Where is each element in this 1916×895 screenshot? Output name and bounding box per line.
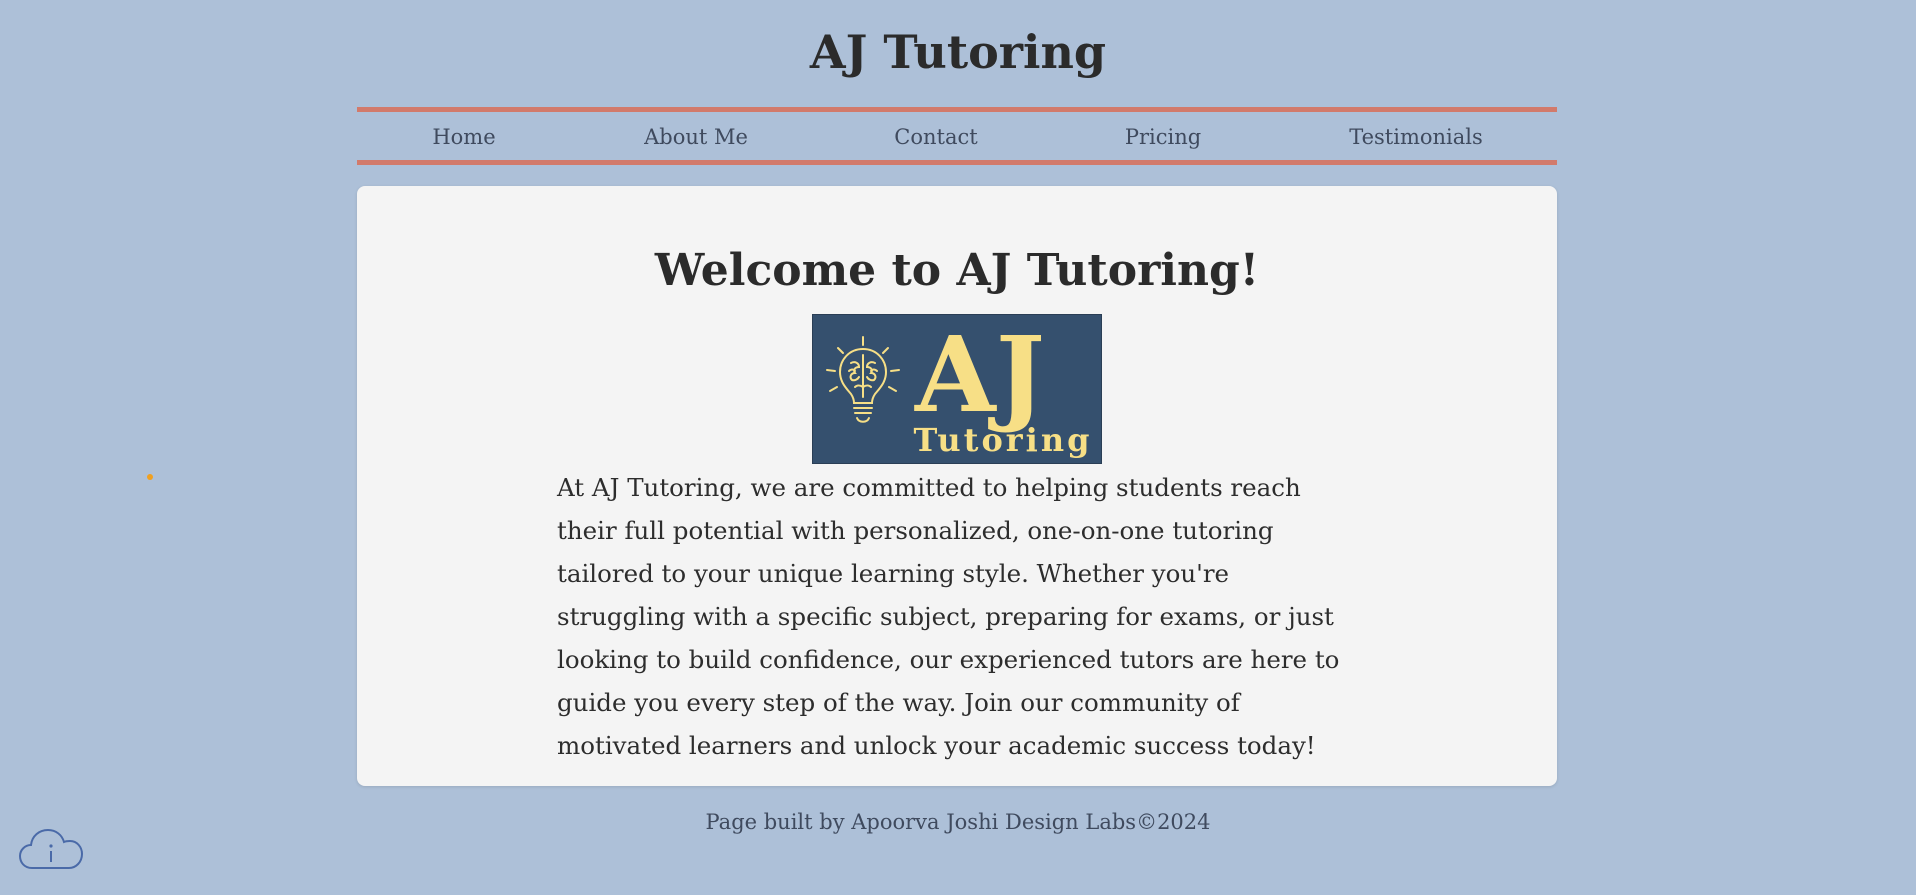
main-nav: Home About Me Contact Pricing Testimonia… (357, 107, 1557, 165)
welcome-heading: Welcome to AJ Tutoring! (654, 245, 1260, 296)
content-card: Welcome to AJ Tutoring! AJ Tutoring At A… (357, 186, 1557, 786)
nav-contact[interactable]: Contact (894, 112, 977, 160)
logo-letters: AJ (914, 315, 1045, 436)
logo-subtitle: Tutoring (914, 421, 1093, 459)
nav-home[interactable]: Home (432, 112, 495, 160)
lightbulb-brain-icon (826, 336, 900, 423)
site-title: AJ Tutoring (809, 25, 1107, 79)
page-footer: Page built by Apoorva Joshi Design Labs©… (705, 810, 1211, 834)
intro-paragraph: At AJ Tutoring, we are committed to help… (557, 473, 1340, 760)
aj-tutoring-logo: AJ Tutoring (812, 314, 1102, 464)
nav-pricing[interactable]: Pricing (1125, 112, 1201, 160)
orange-dot (147, 474, 153, 480)
nav-about-me[interactable]: About Me (644, 112, 748, 160)
nav-testimonials[interactable]: Testimonials (1349, 112, 1483, 160)
cloud-info-icon[interactable] (18, 826, 84, 872)
